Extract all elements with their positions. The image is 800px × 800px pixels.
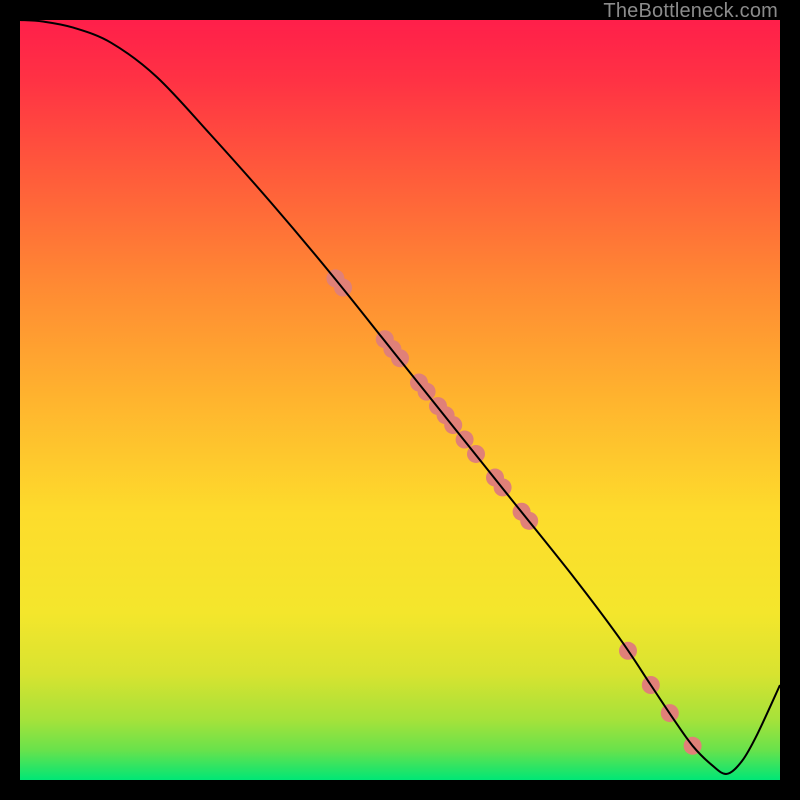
bottleneck-chart: [20, 20, 780, 780]
chart-background: [20, 20, 780, 780]
chart-stage: TheBottleneck.com: [0, 0, 800, 800]
